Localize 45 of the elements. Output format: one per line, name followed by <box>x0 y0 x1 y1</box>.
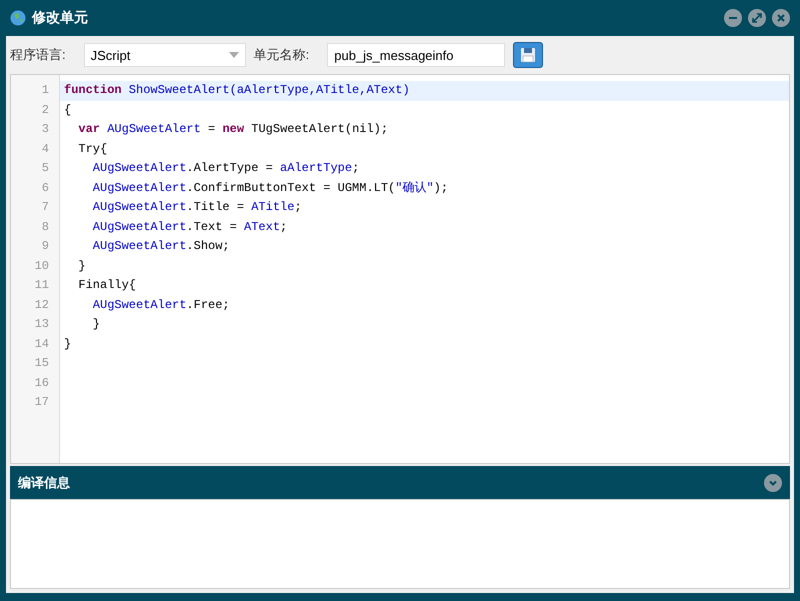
code-line: Finally{ <box>77 277 138 294</box>
line-number: 17 <box>34 394 49 411</box>
line-number: 6 <box>42 180 49 196</box>
code-line: AUgSweetAlert.ConfirmButtonText = UGMM.LT("确认"); <box>92 180 450 196</box>
line-number: 15 <box>34 355 49 372</box>
minimize-button[interactable] <box>724 9 742 27</box>
line-number: 12 <box>34 296 49 314</box>
panel-title: 编译信息 <box>18 474 70 492</box>
unit-name-field[interactable]: pub_js_messageinfo <box>327 43 506 67</box>
chevron-icon[interactable] <box>764 474 782 492</box>
unit-name-label: 单元名称: <box>254 46 310 64</box>
code-line: } <box>63 336 72 352</box>
code-line: AUgSweetAlert.Title = ATitle; <box>92 199 303 216</box>
line-number: 13 <box>34 316 49 333</box>
window-title: 修改单元 <box>32 9 89 27</box>
line-number: 4 <box>42 140 49 158</box>
language-dropdown[interactable]: JScript <box>84 43 246 67</box>
globe-icon <box>10 10 26 26</box>
code-line: } <box>92 316 102 333</box>
line-number: 3 <box>42 121 49 138</box>
maximize-button[interactable] <box>748 9 766 27</box>
line-number: 9 <box>42 238 49 255</box>
code-line: AUgSweetAlert.Text = AText; <box>92 218 288 236</box>
line-number: 2 <box>42 102 49 118</box>
save-button[interactable] <box>513 42 544 68</box>
line-number: 1 <box>42 82 49 99</box>
close-button[interactable] <box>772 9 790 27</box>
line-number: 5 <box>42 160 49 177</box>
code-line: AUgSweetAlert.Show; <box>92 238 231 255</box>
line-number: 10 <box>34 258 49 274</box>
code-line: { <box>63 102 72 118</box>
line-number: 11 <box>34 277 49 294</box>
caret-icon <box>228 52 239 58</box>
close-icon <box>776 13 786 23</box>
code-line: Try{ <box>77 140 108 158</box>
code-line: } <box>77 258 87 274</box>
expand-icon <box>752 13 762 23</box>
code-line: AUgSweetAlert.AlertType = aAlertType; <box>92 160 360 177</box>
code-line: AUgSweetAlert.Free; <box>92 296 231 314</box>
line-number: 14 <box>34 336 49 352</box>
code-line: var AUgSweetAlert = new TUgSweetAlert(nil); <box>77 121 390 138</box>
line-number: 8 <box>42 218 49 236</box>
line-number: 16 <box>34 374 49 392</box>
language-label: 程序语言: <box>10 46 66 64</box>
line-number: 7 <box>42 199 49 216</box>
